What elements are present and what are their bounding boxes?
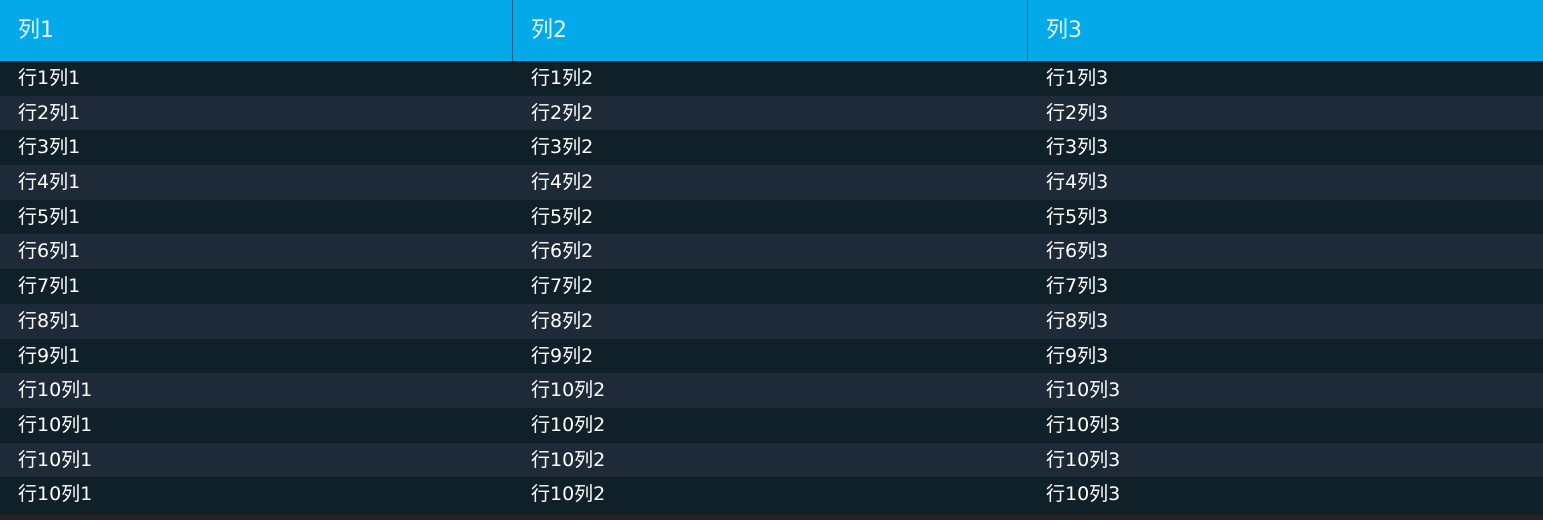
table-cell: 行9列2 [531, 344, 594, 367]
column-header-3[interactable]: 列3 [1028, 0, 1543, 61]
table-row[interactable]: 行10列1 行10列2 行10列3 [0, 373, 1543, 408]
table-row[interactable]: 行7列1 行7列2 行7列3 [0, 269, 1543, 304]
table-cell: 行7列3 [1046, 275, 1109, 298]
table-cell: 行5列1 [18, 205, 81, 228]
table-row[interactable]: 行10列1 行10列2 行10列3 [0, 442, 1543, 478]
table-cell: 行10列1 [18, 448, 93, 471]
table-header: 列1 列2 列3 [0, 0, 1543, 61]
table-cell: 行4列1 [18, 171, 81, 194]
table-cell: 行3列3 [1046, 136, 1109, 159]
table-row[interactable]: 行4列1 行4列2 行4列3 [0, 165, 1543, 200]
table-cell: 行3列1 [18, 136, 81, 159]
table-row[interactable]: 行2列1 行2列2 行2列3 [0, 95, 1543, 131]
table-cell: 行1列2 [531, 67, 594, 89]
table-cell: 行10列1 [18, 379, 93, 402]
table-cell: 行5列2 [531, 205, 594, 228]
table-cell: 行5列3 [1046, 205, 1109, 228]
table-cell: 行10列3 [1046, 483, 1121, 506]
table-cell: 行10列1 [18, 483, 93, 506]
table-cell: 行2列3 [1046, 101, 1109, 124]
table-cell: 行6列1 [18, 240, 81, 263]
column-header-2[interactable]: 列2 [513, 0, 1028, 61]
table-cell: 行8列3 [1046, 309, 1109, 332]
table-cell: 行6列3 [1046, 240, 1109, 263]
table-cell: 行6列2 [531, 240, 594, 263]
table-body: 行1列1 行1列2 行1列3 行2列1 行2列2 行2列3 行3列1 行3列2 … [0, 61, 1543, 512]
table-cell: 行10列3 [1046, 448, 1121, 471]
table-row[interactable]: 行1列1 行1列2 行1列3 [0, 61, 1543, 96]
table-cell: 行2列1 [18, 101, 81, 124]
table-row[interactable]: 行9列1 行9列2 行9列3 [0, 338, 1543, 374]
table-bottom-border [0, 514, 1543, 520]
table-row[interactable]: 行3列1 行3列2 行3列3 [0, 130, 1543, 166]
table-cell: 行9列1 [18, 344, 81, 367]
table-cell: 行7列2 [531, 275, 594, 298]
table-cell: 行7列1 [18, 275, 81, 298]
table-cell: 行4列2 [531, 171, 594, 194]
table-cell: 行10列1 [18, 413, 93, 436]
table-cell: 行8列1 [18, 309, 81, 332]
table-cell: 行10列2 [531, 379, 606, 402]
table-row[interactable]: 行6列1 行6列2 行6列3 [0, 234, 1543, 270]
table-cell: 行1列3 [1046, 67, 1109, 89]
table-cell: 行3列2 [531, 136, 594, 159]
table-row[interactable]: 行5列1 行5列2 行5列3 [0, 199, 1543, 235]
table-cell: 行9列3 [1046, 344, 1109, 367]
table-row[interactable]: 行8列1 行8列2 行8列3 [0, 303, 1543, 339]
table-cell: 行10列3 [1046, 413, 1121, 436]
table-cell: 行10列2 [531, 483, 606, 506]
table-cell: 行4列3 [1046, 171, 1109, 194]
table-cell: 行8列2 [531, 309, 594, 332]
table-row[interactable]: 行10列1 行10列2 行10列3 [0, 477, 1543, 512]
table-cell: 行1列1 [18, 67, 81, 89]
table-row[interactable]: 行10列1 行10列2 行10列3 [0, 407, 1543, 443]
data-table: 列1 列2 列3 行1列1 行1列2 行1列3 行2列1 行2列2 行2列3 行… [0, 0, 1543, 520]
table-cell: 行10列3 [1046, 379, 1121, 402]
column-header-1[interactable]: 列1 [0, 0, 513, 61]
table-cell: 行2列2 [531, 101, 594, 124]
table-cell: 行10列2 [531, 448, 606, 471]
table-cell: 行10列2 [531, 413, 606, 436]
